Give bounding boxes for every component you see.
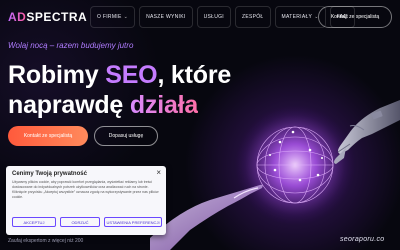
headline-part2: , które [157,61,232,89]
headline-accent-dziala: działa [129,91,199,119]
cookie-preferences-button[interactable]: USTAWIENIA PREFERENCJI [104,217,162,227]
watermark: seoraporu.co [340,236,385,243]
cookie-title: Cenimy Twoją prywatność [12,171,87,177]
cookie-consent-banner: Cenimy Twoją prywatność × Używamy plików… [6,166,166,235]
nav-item-uslugi[interactable]: USŁUGI [196,6,231,28]
chevron-down-icon: ⌄ [123,14,129,20]
hero-headline: Robimy SEO, które naprawdę działa [8,60,231,120]
hero-tagline: Wolaj nocą – razem budujemy jutro [8,41,134,50]
cookie-reject-button[interactable]: ODRZUĆ [60,217,100,227]
nav-item-label: ZESPÓŁ [241,14,264,20]
human-hand-icon [150,184,263,250]
nav-item-label: NASZE WYNIKI [146,14,186,20]
nav-item-zespol[interactable]: ZESPÓŁ [234,6,271,28]
nav-item-label: O FIRMIE [97,14,122,20]
hero-contact-button[interactable]: Kontakt ze specjalistą [8,126,88,146]
close-icon[interactable]: × [156,169,161,177]
cookie-actions: AKCEPTUJ ODRZUĆ USTAWIENIA PREFERENCJI [12,217,162,227]
nav-item-o-firmie[interactable]: O FIRMIE ⌄ [90,6,136,28]
top-navigation: AD SPECTRA O FIRMIE ⌄ NASZE WYNIKI USŁUG… [0,0,400,34]
logo-text: SPECTRA [26,10,88,24]
logo-mark: AD [8,10,27,24]
headline-part1: Robimy [8,61,106,89]
brand-logo[interactable]: AD SPECTRA [8,10,87,24]
contact-specialist-button[interactable]: Kontakt ze specjalistą [318,6,392,28]
hero-customize-service-button[interactable]: Dopasuj usługę [94,126,158,146]
headline-accent-seo: SEO [105,61,158,89]
nav-item-nasze-wyniki[interactable]: NASZE WYNIKI [139,6,193,28]
headline-line2: naprawdę [8,91,130,119]
main-menu: O FIRMIE ⌄ NASZE WYNIKI USŁUGI ZESPÓŁ MA… [90,6,355,28]
nav-item-label: USŁUGI [203,14,224,20]
cookie-accept-button[interactable]: AKCEPTUJ [12,217,56,227]
nav-item-label: MATERIAŁY [281,14,313,20]
trust-text: Zaufaj ekspertom z więcej niż 200 [8,238,84,244]
cookie-description: Używamy plików cookie, aby poprawić komf… [12,180,159,199]
